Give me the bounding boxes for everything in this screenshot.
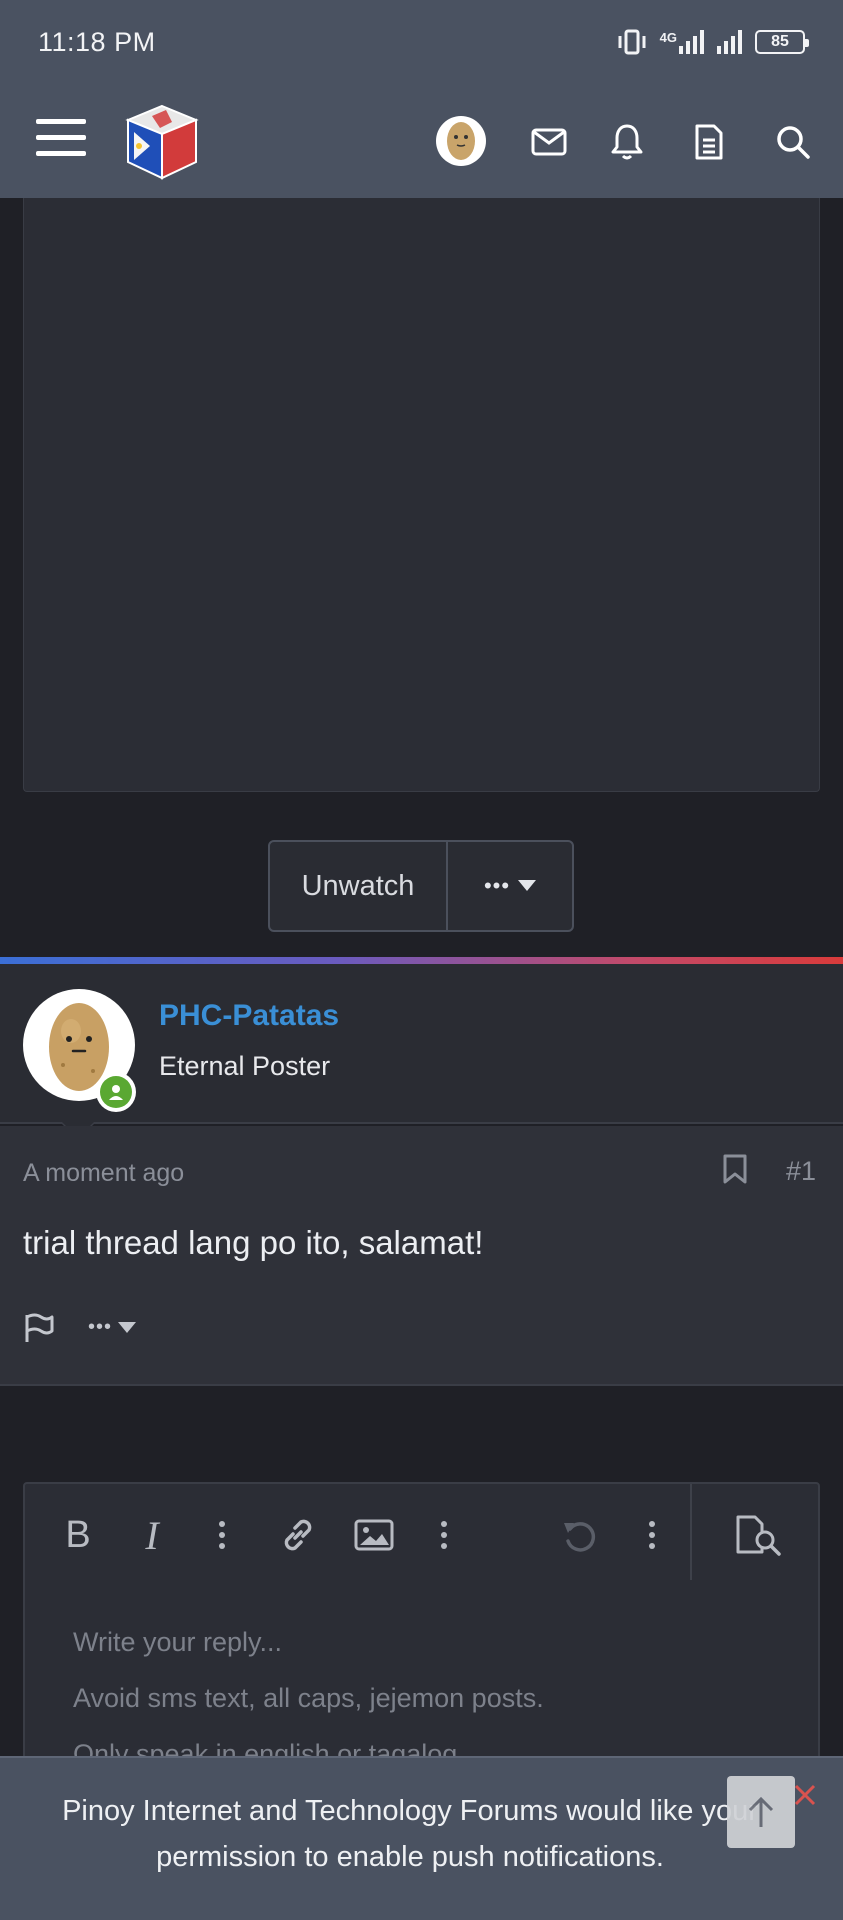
signal-4g-icon: 4G: [660, 30, 705, 54]
reply-editor[interactable]: B I Write your reply... Avoid sms text, …: [23, 1482, 820, 1782]
app-header: [0, 84, 843, 198]
more-vertical-icon[interactable]: [199, 1512, 245, 1558]
push-notification-text: Pinoy Internet and Technology Forums wou…: [62, 1795, 758, 1873]
post-more-label: •••: [88, 1316, 113, 1338]
signal-icon: [717, 30, 743, 54]
status-time: 11:18 PM: [38, 26, 156, 57]
vibrate-icon: [616, 28, 648, 56]
content-panel: [23, 198, 820, 792]
search-icon[interactable]: [771, 120, 815, 164]
avatar[interactable]: [436, 116, 486, 166]
battery-icon: 85: [755, 30, 809, 54]
placeholder-line: Write your reply...: [73, 1627, 283, 1657]
network-type-label: 4G: [659, 30, 677, 45]
bookmark-icon[interactable]: [722, 1153, 748, 1185]
thread-more-button[interactable]: •••: [448, 842, 572, 930]
image-icon[interactable]: [351, 1512, 397, 1558]
post-time[interactable]: A moment ago: [23, 1159, 184, 1188]
more-dots-label: •••: [483, 873, 511, 898]
undo-icon[interactable]: [557, 1512, 603, 1558]
mail-icon[interactable]: [527, 120, 571, 164]
unwatch-button[interactable]: Unwatch: [270, 842, 448, 930]
push-notification-banner: Pinoy Internet and Technology Forums wou…: [0, 1756, 843, 1920]
italic-icon[interactable]: I: [129, 1512, 175, 1558]
status-bar: 11:18 PM 4G 85: [0, 0, 843, 84]
placeholder-line: Avoid sms text, all caps, jejemon posts.: [73, 1683, 544, 1713]
username[interactable]: PHC-Patatas: [159, 999, 339, 1033]
more-vertical-icon[interactable]: [629, 1512, 675, 1558]
document-icon[interactable]: [687, 120, 731, 164]
link-icon[interactable]: [275, 1512, 321, 1558]
more-vertical-icon[interactable]: [421, 1512, 467, 1558]
toolbar-separator: [690, 1484, 692, 1580]
preview-icon[interactable]: [731, 1512, 787, 1558]
bold-icon[interactable]: B: [55, 1512, 101, 1558]
user-title: Eternal Poster: [159, 1051, 331, 1081]
arrow-up-icon: [746, 1795, 776, 1829]
status-icons: 4G 85: [616, 28, 809, 56]
online-badge: [96, 1072, 136, 1112]
post-text: trial thread lang po ito, salamat!: [23, 1224, 484, 1261]
site-logo[interactable]: [122, 102, 202, 182]
scroll-to-top-button[interactable]: [727, 1776, 795, 1848]
editor-toolbar: B I: [25, 1484, 818, 1584]
post-more-button[interactable]: •••: [88, 1316, 137, 1339]
divider: [0, 957, 843, 964]
thread-actions: Unwatch •••: [268, 840, 574, 932]
chevron-down-icon: [518, 880, 537, 892]
bell-icon[interactable]: [605, 120, 649, 164]
post-number[interactable]: #1: [786, 1156, 816, 1187]
post-user-block: PHC-Patatas Eternal Poster: [0, 964, 843, 1124]
post-body: A moment ago #1 trial thread lang po ito…: [0, 1126, 843, 1386]
menu-icon[interactable]: [36, 119, 86, 161]
chevron-down-icon: [118, 1321, 137, 1334]
flag-icon[interactable]: [23, 1312, 55, 1344]
